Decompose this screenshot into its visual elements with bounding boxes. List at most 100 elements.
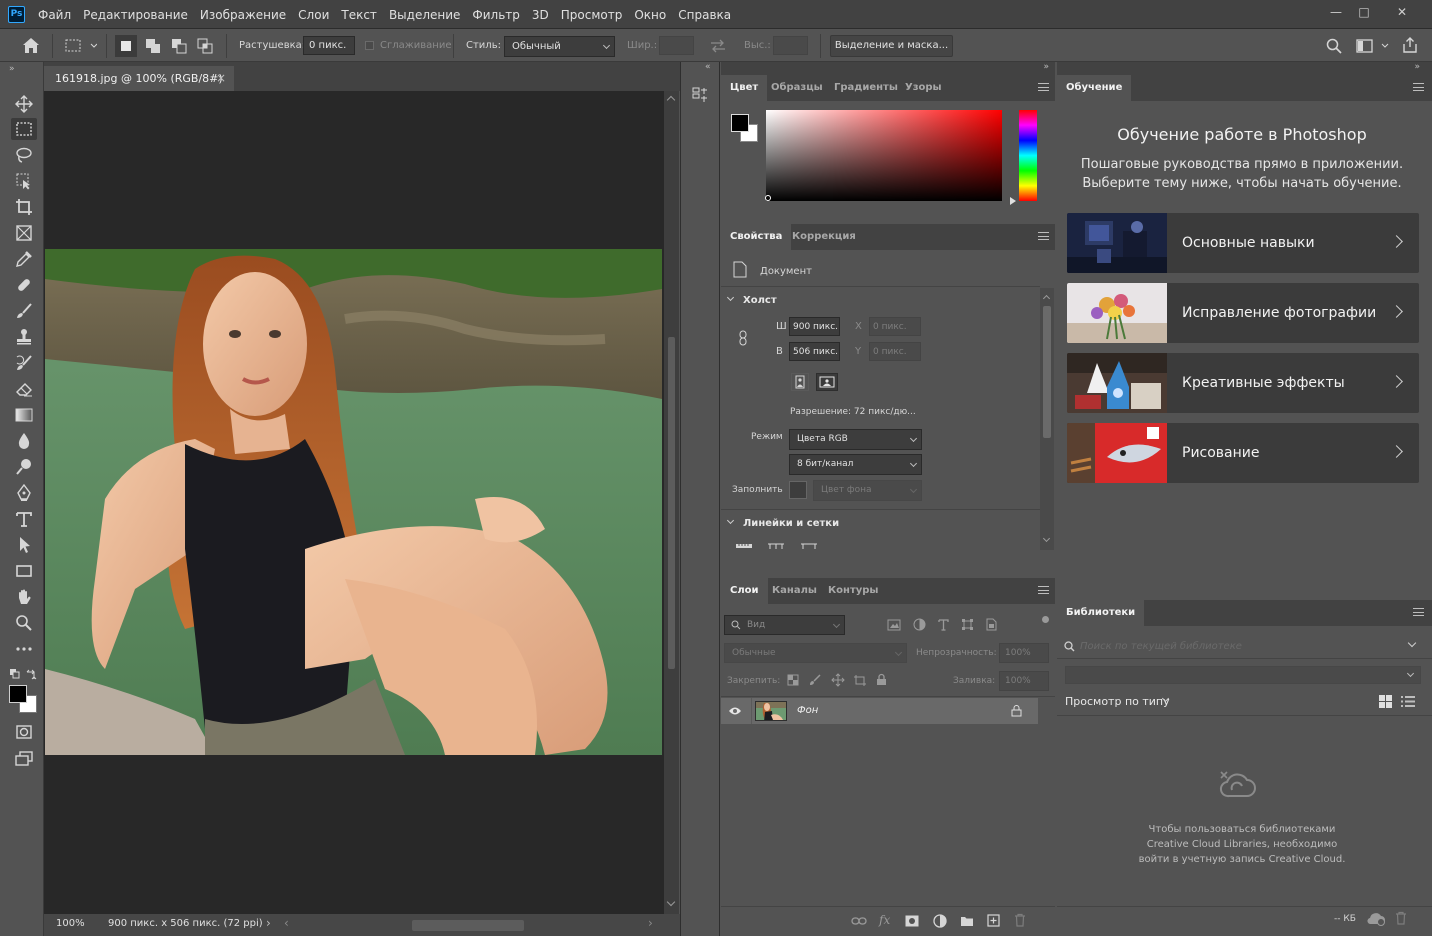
- panel-menu-icon[interactable]: [1038, 232, 1049, 240]
- object-select-tool-icon[interactable]: [11, 170, 37, 192]
- learn-card-photo-fix[interactable]: Исправление фотографии: [1067, 283, 1419, 343]
- grid-view-icon[interactable]: [1379, 695, 1392, 708]
- new-selection-icon[interactable]: [115, 35, 137, 57]
- canvas-section-chevron-icon[interactable]: [726, 293, 735, 302]
- quick-mask-icon[interactable]: [11, 721, 37, 743]
- blend-mode-select[interactable]: Обычные: [724, 643, 907, 663]
- default-colors-icon[interactable]: [10, 669, 20, 679]
- scroll-right-icon[interactable]: ›: [648, 916, 653, 930]
- tab-adjustments[interactable]: Коррекция: [783, 224, 865, 250]
- feather-input[interactable]: 0 пикс.: [303, 36, 355, 55]
- tab-gradients[interactable]: Градиенты: [825, 75, 907, 101]
- search-icon[interactable]: [1326, 38, 1342, 54]
- menu-image[interactable]: Изображение: [194, 8, 292, 22]
- filter-adjustment-icon[interactable]: [913, 618, 926, 631]
- blur-tool-icon[interactable]: [11, 430, 37, 452]
- guides-icon[interactable]: [800, 542, 818, 550]
- layer-style-fx-icon[interactable]: fx: [879, 913, 890, 927]
- type-tool-icon[interactable]: [11, 508, 37, 530]
- canvas-section-title[interactable]: Холст: [743, 295, 777, 306]
- landscape-orientation-icon[interactable]: [816, 373, 838, 391]
- home-icon[interactable]: [22, 37, 40, 54]
- delete-layer-icon[interactable]: [1014, 913, 1026, 927]
- menu-edit[interactable]: Редактирование: [77, 8, 194, 22]
- close-window-button[interactable]: ✕: [1388, 4, 1416, 20]
- history-panel-icon[interactable]: [691, 86, 709, 104]
- portrait-orientation-icon[interactable]: [791, 373, 809, 391]
- filter-smart-object-icon[interactable]: [985, 618, 998, 631]
- lock-all-icon[interactable]: [876, 673, 887, 686]
- pen-tool-icon[interactable]: [11, 482, 37, 504]
- collapse-arrows-icon[interactable]: »: [9, 64, 15, 74]
- grid-icon[interactable]: [767, 542, 785, 550]
- tab-properties[interactable]: Свойства: [721, 224, 792, 250]
- menu-help[interactable]: Справка: [672, 8, 737, 22]
- document-canvas[interactable]: [44, 91, 664, 914]
- learn-card-basics[interactable]: Основные навыки: [1067, 213, 1419, 273]
- canvas-width-input[interactable]: 900 пикс.: [789, 317, 840, 336]
- dodge-tool-icon[interactable]: [11, 456, 37, 478]
- panel-menu-icon[interactable]: [1413, 608, 1424, 616]
- crop-tool-icon[interactable]: [11, 196, 37, 218]
- lock-transparent-icon[interactable]: [787, 674, 799, 686]
- canvas-vertical-scrollbar[interactable]: [664, 91, 679, 914]
- eraser-tool-icon[interactable]: [11, 378, 37, 400]
- style-select[interactable]: Обычный: [504, 36, 615, 57]
- subtract-selection-icon[interactable]: [168, 35, 190, 57]
- lock-artboard-icon[interactable]: [853, 674, 867, 686]
- minimize-button[interactable]: —: [1322, 4, 1350, 20]
- panel-menu-icon[interactable]: [1413, 83, 1424, 91]
- cloud-sync-icon[interactable]: [1366, 912, 1386, 926]
- opacity-input[interactable]: 100%: [999, 643, 1049, 663]
- tab-paths[interactable]: Контуры: [819, 578, 887, 604]
- tab-color[interactable]: Цвет: [721, 75, 768, 101]
- layer-lock-icon[interactable]: [1011, 704, 1022, 717]
- canvas-height-input[interactable]: 506 пикс.: [789, 342, 840, 361]
- intersect-selection-icon[interactable]: [194, 35, 216, 57]
- expand-panels-icon[interactable]: «: [705, 62, 711, 72]
- delete-library-item-icon[interactable]: [1395, 911, 1407, 925]
- menu-view[interactable]: Просмотр: [555, 8, 629, 22]
- zoom-level[interactable]: 100%: [56, 918, 85, 929]
- tab-channels[interactable]: Каналы: [763, 578, 826, 604]
- frame-tool-icon[interactable]: [11, 222, 37, 244]
- canvas-x-input[interactable]: 0 пикс.: [869, 317, 921, 336]
- fill-input[interactable]: 100%: [999, 671, 1049, 691]
- workspace-icon[interactable]: [1356, 38, 1392, 54]
- visibility-eye-icon[interactable]: [728, 706, 742, 716]
- rulers-section-title[interactable]: Линейки и сетки: [743, 518, 839, 529]
- scroll-down-icon[interactable]: [1042, 534, 1051, 543]
- select-and-mask-button[interactable]: Выделение и маска...: [830, 35, 953, 57]
- lasso-tool-icon[interactable]: [11, 144, 37, 166]
- zoom-tool-icon[interactable]: [11, 612, 37, 634]
- restore-button[interactable]: □: [1350, 4, 1378, 20]
- filter-pixel-icon[interactable]: [887, 619, 901, 631]
- tab-patterns[interactable]: Узоры: [896, 75, 951, 101]
- clone-stamp-tool-icon[interactable]: [11, 326, 37, 348]
- marquee-preset-icon[interactable]: [65, 38, 97, 54]
- hue-slider-handle[interactable]: [1010, 197, 1016, 205]
- fill-select[interactable]: Цвет фона: [813, 480, 922, 501]
- filter-toggle-icon[interactable]: [1042, 616, 1049, 623]
- foreground-color-swatch[interactable]: [9, 685, 27, 703]
- filter-shape-icon[interactable]: [961, 618, 974, 631]
- library-search-input[interactable]: Поиск по текущей библиотеке: [1080, 641, 1242, 652]
- learn-card-drawing[interactable]: Рисование: [1067, 423, 1419, 483]
- eyedropper-tool-icon[interactable]: [11, 248, 37, 270]
- list-view-icon[interactable]: [1401, 695, 1415, 708]
- close-tab-icon[interactable]: ×: [216, 66, 226, 91]
- history-brush-tool-icon[interactable]: [11, 352, 37, 374]
- document-tab[interactable]: 161918.jpg @ 100% (RGB/8#) ×: [44, 66, 234, 91]
- share-icon[interactable]: [1401, 36, 1419, 54]
- menu-filter[interactable]: Фильтр: [466, 8, 525, 22]
- search-scope-chevron-icon[interactable]: [1407, 638, 1417, 648]
- layer-row[interactable]: Фон: [721, 698, 1038, 724]
- healing-brush-tool-icon[interactable]: [11, 274, 37, 296]
- collapse-panel-icon[interactable]: »: [1043, 62, 1049, 72]
- layer-filter-select[interactable]: Вид: [724, 615, 845, 635]
- add-selection-icon[interactable]: [142, 35, 164, 57]
- new-layer-icon[interactable]: [987, 914, 1000, 927]
- marquee-tool-icon[interactable]: [11, 118, 37, 140]
- tab-libraries[interactable]: Библиотеки: [1057, 600, 1145, 626]
- brush-tool-icon[interactable]: [11, 300, 37, 322]
